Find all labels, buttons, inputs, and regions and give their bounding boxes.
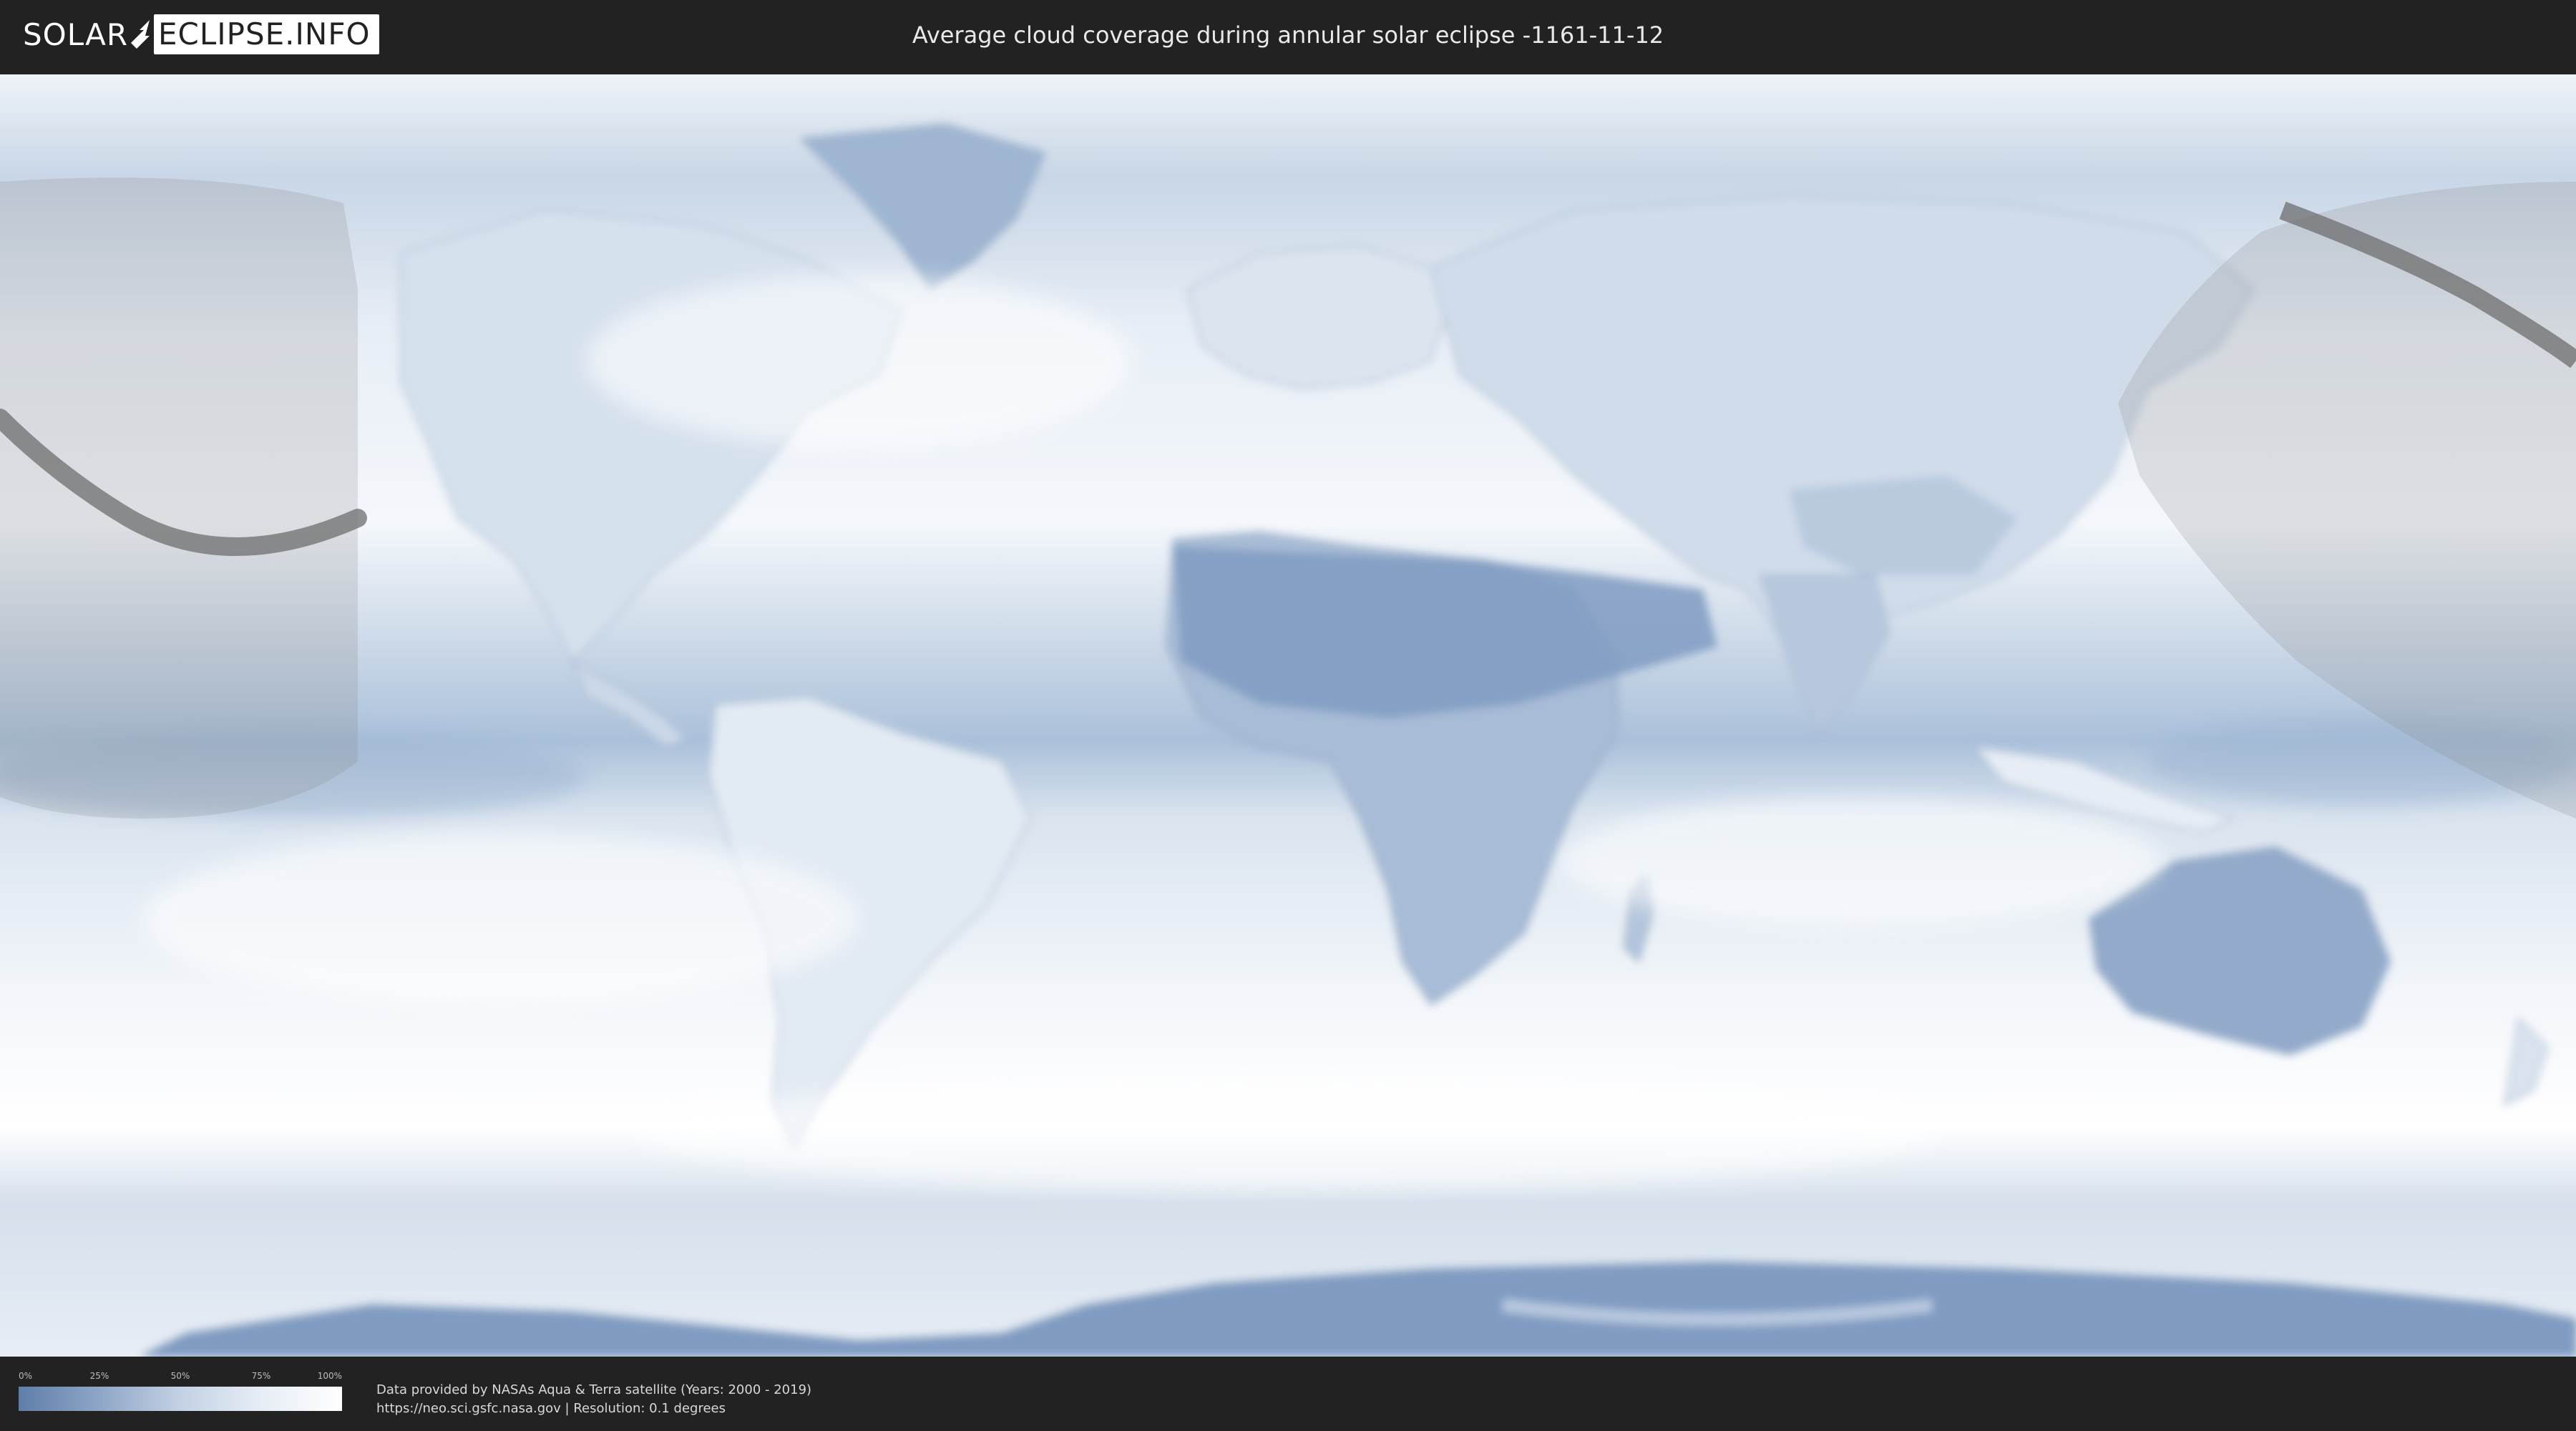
cloud-coverage-map[interactable] xyxy=(0,74,2576,1357)
world-map-svg xyxy=(0,74,2576,1357)
source-url-resolution[interactable]: https://neo.sci.gsfc.nasa.gov | Resoluti… xyxy=(376,1400,811,1418)
legend-tick-0: 0% xyxy=(19,1371,33,1381)
cloud-coverage-legend: 0% 25% 50% 75% 100% xyxy=(19,1371,342,1411)
data-source-text: Data provided by NASAs Aqua & Terra sate… xyxy=(376,1381,811,1418)
header-bar: SOLAR ECLIPSE.INFO Average cloud coverag… xyxy=(0,0,2576,72)
legend-color-bar xyxy=(19,1387,342,1411)
footer-bar: 0% 25% 50% 75% 100% Data provided by NAS… xyxy=(0,1357,2576,1431)
legend-tick-100: 100% xyxy=(317,1371,342,1381)
page-title: Average cloud coverage during annular so… xyxy=(912,21,1664,49)
legend-tick-75: 75% xyxy=(251,1371,271,1381)
eclipse-zone-west xyxy=(0,177,358,819)
legend-ticks: 0% 25% 50% 75% 100% xyxy=(19,1371,342,1387)
legend-tick-50: 50% xyxy=(170,1371,190,1381)
data-source-line: Data provided by NASAs Aqua & Terra sate… xyxy=(376,1382,812,1397)
legend-tick-25: 25% xyxy=(89,1371,109,1381)
